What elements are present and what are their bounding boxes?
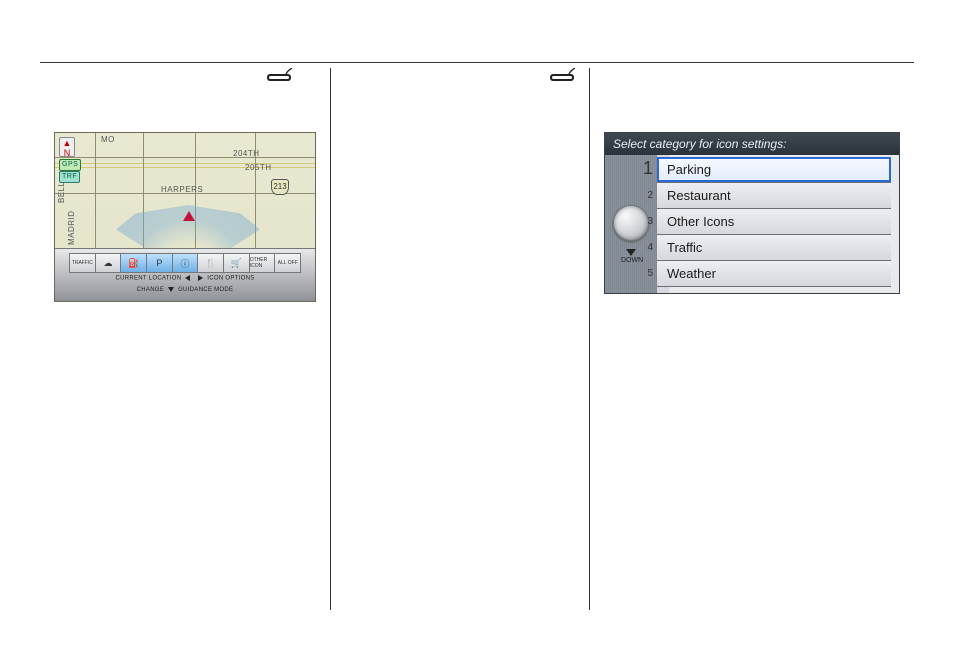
toolbar-labels-1: CURRENT LOCATION ICON OPTIONS xyxy=(55,275,315,282)
settings-item-parking[interactable]: Parking xyxy=(657,157,891,183)
tool-gas[interactable]: ⛽ xyxy=(120,253,146,273)
settings-list: Parking Restaurant Other Icons Traffic W… xyxy=(657,157,891,287)
tool-weather[interactable]: ☁ xyxy=(95,253,121,273)
page: ▲N GPS TRF MO HARPERS BELL MADRID 204TH … xyxy=(0,0,954,650)
compass-icon: ▲N xyxy=(59,137,75,157)
tool-info[interactable]: ⓘ xyxy=(172,253,198,273)
top-rule xyxy=(40,62,914,63)
tool-other[interactable]: OTHER ICON xyxy=(249,253,275,273)
street-harpers: HARPERS xyxy=(161,185,203,194)
toolbar-icons: TRAFFIC ☁ ⛽ P ⓘ 🍴 🛒 OTHER ICON ALL OFF xyxy=(69,253,301,273)
settings-item-restaurant[interactable]: Restaurant xyxy=(657,183,891,209)
toolbar-labels-2: CHANGE GUIDANCE MODE xyxy=(55,287,315,293)
street-204: 204TH xyxy=(233,149,260,158)
icon-settings-screenshot: Select category for icon settings: DOWN … xyxy=(604,132,900,294)
street-bell: BELL xyxy=(57,181,66,203)
street-205: 205TH xyxy=(245,163,272,172)
phone-icon xyxy=(549,68,575,86)
tool-shopping[interactable]: 🛒 xyxy=(223,253,249,273)
phone-icon xyxy=(266,68,292,86)
tool-food[interactable]: 🍴 xyxy=(197,253,223,273)
vehicle-icon xyxy=(183,211,195,221)
tool-traffic[interactable]: TRAFFIC xyxy=(69,253,95,273)
tool-alloff[interactable]: ALL OFF xyxy=(274,253,301,273)
map-screenshot: ▲N GPS TRF MO HARPERS BELL MADRID 204TH … xyxy=(54,132,316,302)
columns: ▲N GPS TRF MO HARPERS BELL MADRID 204TH … xyxy=(40,68,914,610)
gps-badge: GPS xyxy=(59,159,81,171)
tool-parking[interactable]: P xyxy=(146,253,172,273)
route-shield: 213 xyxy=(271,179,289,195)
chevron-down-icon xyxy=(626,249,636,256)
settings-item-traffic[interactable]: Traffic xyxy=(657,235,891,261)
settings-item-weather[interactable]: Weather xyxy=(657,261,891,287)
col-right: Select category for icon settings: DOWN … xyxy=(589,68,914,610)
col-left: ▲N GPS TRF MO HARPERS BELL MADRID 204TH … xyxy=(40,68,330,610)
down-indicator[interactable]: DOWN xyxy=(621,249,641,264)
settings-title: Select category for icon settings: xyxy=(605,133,899,156)
settings-item-other-icons[interactable]: Other Icons xyxy=(657,209,891,235)
street-madrid: MADRID xyxy=(67,210,76,245)
map-toolbar: TRAFFIC ☁ ⛽ P ⓘ 🍴 🛒 OTHER ICON ALL OFF C… xyxy=(55,248,315,301)
street-mo: MO xyxy=(101,135,115,144)
settings-body: DOWN Parking Restaurant Other Icons Traf… xyxy=(605,155,899,293)
col-middle xyxy=(330,68,589,610)
